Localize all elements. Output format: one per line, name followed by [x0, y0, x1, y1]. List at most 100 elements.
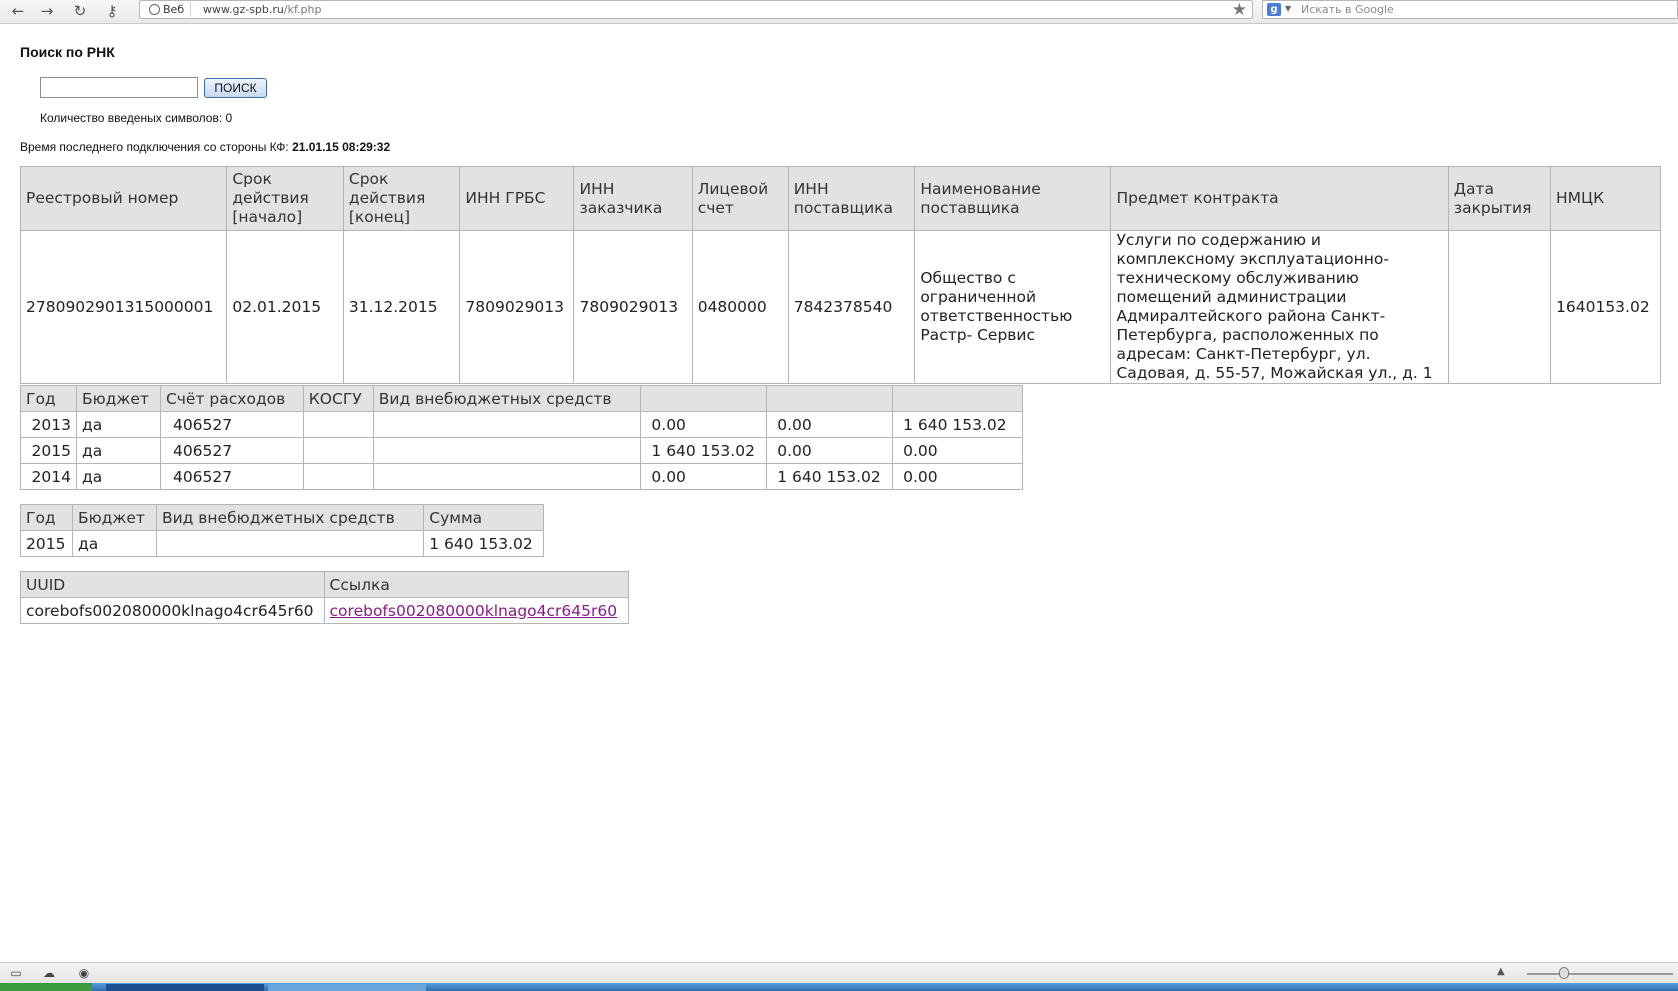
table-cell: 0.00: [766, 437, 894, 464]
column-header: Сумма: [423, 504, 544, 531]
table-cell: 2014: [20, 463, 77, 490]
zoom-menu-icon[interactable]: ▲: [1497, 966, 1505, 977]
search-engine-dropdown-icon[interactable]: ▼: [1285, 4, 1291, 13]
table-cell: [372, 463, 642, 490]
rnk-search-input[interactable]: [40, 77, 198, 98]
close-date-cell: [1447, 230, 1552, 384]
inn-customer-cell: 7809029013: [573, 230, 693, 384]
account-cell: 0480000: [691, 230, 789, 384]
supplier-name-cell: Общество с ограниченной ответственностью…: [914, 230, 1112, 384]
table-cell: да: [71, 530, 157, 557]
browser-statusbar: ▭ ☁ ◉ ▲: [0, 962, 1678, 984]
page-title: Поиск по РНК: [20, 44, 115, 60]
search-placeholder: Искать в Google: [1301, 3, 1394, 16]
uuid-link[interactable]: corebofs002080000klnago4cr645r60: [330, 602, 618, 620]
contract-table: Реестровый номер Срок действия [начало] …: [19, 166, 1661, 384]
column-header: [892, 385, 1023, 412]
table-row: 2780902901315000001 02.01.2015 31.12.201…: [19, 230, 1661, 384]
url-path: /kf.php: [283, 3, 322, 16]
google-logo-icon[interactable]: g: [1267, 3, 1281, 16]
table-cell: 2015: [20, 530, 73, 557]
table-cell: 0.00: [892, 463, 1023, 490]
zoom-slider-track[interactable]: [1527, 973, 1673, 975]
column-header: Бюджет: [71, 504, 157, 531]
table-row: 2014 да 406527 0.00 1 640 153.02 0.00: [20, 463, 1023, 490]
address-bar[interactable]: Веб www.gz-spb.ru/kf.php ★: [139, 0, 1253, 20]
column-header: ИНН заказчика: [573, 166, 693, 231]
column-header: ИНН поставщика: [787, 166, 916, 231]
bookmark-star-icon[interactable]: ★: [1232, 0, 1247, 20]
char-count-text: Количество введеных символов: 0: [40, 111, 233, 125]
table-cell: [372, 437, 642, 464]
column-header: Бюджет: [75, 385, 161, 412]
column-header: Год: [20, 504, 73, 531]
column-header: Счёт расходов: [159, 385, 304, 412]
forward-icon[interactable]: →: [37, 1, 57, 21]
os-taskbar: [0, 983, 1678, 991]
column-header: Вид внебюджетных средств: [372, 385, 642, 412]
contract-subject-cell: Услуги по содержанию и комплексному эксп…: [1110, 230, 1449, 384]
table-cell: 1 640 153.02: [766, 463, 894, 490]
sum-table: Год Бюджет Вид внебюджетных средств Сумм…: [20, 504, 544, 557]
table-cell: 2013: [20, 411, 77, 438]
web-badge[interactable]: Веб: [145, 2, 192, 17]
globe-icon: [149, 4, 160, 15]
table-cell: да: [75, 437, 161, 464]
inn-supplier-cell: 7842378540: [787, 230, 916, 384]
start-date-cell: 02.01.2015: [226, 230, 344, 384]
nmck-cell: 1640153.02: [1550, 230, 1661, 384]
table-cell: 0.00: [640, 411, 768, 438]
table-row: corebofs002080000klnago4cr645r60 corebof…: [20, 597, 630, 624]
start-button[interactable]: [0, 983, 92, 991]
column-header: Ссылка: [323, 571, 630, 598]
table-cell: да: [75, 411, 161, 438]
google-search-box[interactable]: g ▼ Искать в Google: [1262, 0, 1678, 19]
panel-icon[interactable]: ▭: [9, 966, 23, 980]
back-icon[interactable]: ←: [8, 1, 28, 21]
column-header: Год: [20, 385, 77, 412]
column-header: КОСГУ: [302, 385, 374, 412]
link-cell: corebofs002080000klnago4cr645r60: [323, 597, 630, 624]
table-header-row: Год Бюджет Счёт расходов КОСГУ Вид внебю…: [20, 385, 1023, 412]
table-cell: да: [75, 463, 161, 490]
key-icon[interactable]: ⚷: [102, 1, 122, 21]
column-header: [766, 385, 894, 412]
column-header: [640, 385, 768, 412]
table-cell: [372, 411, 642, 438]
url-host: www.gz-spb.ru: [203, 3, 284, 16]
table-cell: 1 640 153.02: [423, 530, 544, 557]
uuid-table: UUID Ссылка corebofs002080000klnago4cr64…: [20, 571, 630, 624]
column-header: Срок действия [конец]: [342, 166, 461, 231]
table-cell: 406527: [159, 463, 304, 490]
column-header: Дата закрытия: [1447, 166, 1552, 231]
table-cell: 0.00: [766, 411, 894, 438]
last-connection-label: Время последнего подключения со стороны …: [20, 140, 289, 154]
table-row: 2015 да 1 640 153.02: [20, 530, 544, 557]
taskbar-item[interactable]: [268, 984, 426, 991]
uuid-cell: corebofs002080000klnago4cr645r60: [20, 597, 325, 624]
url-text[interactable]: www.gz-spb.ru/kf.php: [203, 3, 321, 16]
table-header-row: Год Бюджет Вид внебюджетных средств Сумм…: [20, 504, 544, 531]
speed-dial-icon[interactable]: ◉: [77, 966, 91, 980]
zoom-slider-handle[interactable]: [1559, 967, 1569, 979]
cloud-icon[interactable]: ☁: [42, 966, 56, 980]
reload-icon[interactable]: ↻: [70, 1, 90, 21]
end-date-cell: 31.12.2015: [342, 230, 461, 384]
column-header: Лицевой счет: [691, 166, 789, 231]
table-cell: 0.00: [640, 463, 768, 490]
last-connection-value: 21.01.15 08:29:32: [292, 140, 391, 154]
search-button[interactable]: ПОИСК: [204, 78, 267, 98]
column-header: Реестровый номер: [19, 166, 228, 231]
table-cell: 0.00: [892, 437, 1023, 464]
registry-number-cell: 2780902901315000001: [19, 230, 228, 384]
taskbar-item[interactable]: [106, 984, 264, 991]
column-header: Вид внебюджетных средств: [155, 504, 425, 531]
table-cell: [302, 463, 374, 490]
table-header-row: Реестровый номер Срок действия [начало] …: [19, 166, 1661, 231]
table-cell: 406527: [159, 411, 304, 438]
table-cell: [302, 411, 374, 438]
table-cell: [302, 437, 374, 464]
browser-toolbar: ← → ↻ ⚷ Веб www.gz-spb.ru/kf.php ★ g ▼ И…: [0, 0, 1678, 24]
table-cell: 1 640 153.02: [640, 437, 768, 464]
budget-table: Год Бюджет Счёт расходов КОСГУ Вид внебю…: [20, 385, 1023, 490]
